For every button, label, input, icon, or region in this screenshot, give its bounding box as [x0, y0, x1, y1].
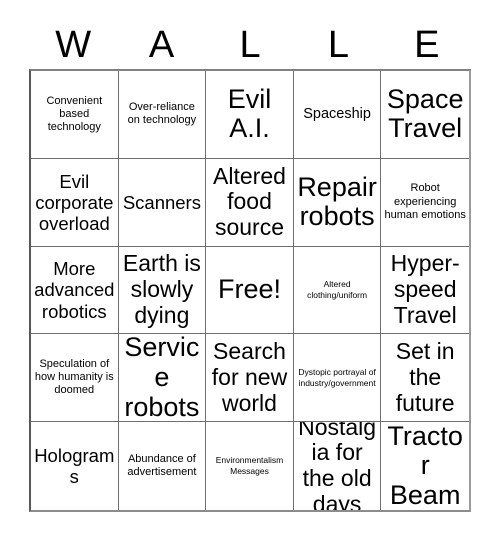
- bingo-cell[interactable]: Altered food source: [206, 158, 294, 247]
- bingo-cell-label: Space Travel: [386, 83, 464, 144]
- bingo-cell[interactable]: Altered clothing/uniform: [293, 246, 382, 335]
- bingo-cell[interactable]: Environmentalism Messages: [206, 422, 294, 510]
- bingo-cell[interactable]: Service robots: [118, 334, 207, 423]
- bingo-cell[interactable]: Scanners: [118, 158, 207, 247]
- bingo-cell[interactable]: Speculation of how humanity is doomed: [31, 334, 119, 423]
- bingo-cell-label: Earth is slowly dying: [122, 250, 201, 328]
- bingo-grid: Convenient based technology Over-reliance…: [29, 69, 471, 512]
- bingo-cell-label: Set in the future: [395, 338, 455, 416]
- bingo-card: W A L L E Convenient based technology Ove…: [0, 0, 500, 544]
- bingo-cell-label: Abundance of advertisement: [127, 452, 197, 479]
- bingo-cell[interactable]: Tractor Beam: [381, 422, 469, 510]
- bingo-cell-label: Hyper-speed Travel: [390, 250, 460, 328]
- bingo-cell-label: Speculation of how humanity is doomed: [34, 358, 114, 397]
- header-letter-4: L: [327, 23, 349, 66]
- bingo-cell-label: Convenient based technology: [46, 94, 103, 133]
- bingo-cell-label: Search for new world: [211, 338, 288, 416]
- bingo-cell-label: Dystopic portrayal of industry/governmen…: [298, 367, 376, 388]
- bingo-cell-label: Free!: [217, 274, 281, 305]
- bingo-cell[interactable]: Space Travel: [381, 71, 469, 159]
- bingo-cell[interactable]: More advanced robotics: [31, 246, 119, 335]
- bingo-cell-label: Altered clothing/uniform: [307, 279, 368, 300]
- bingo-cell-label: Service robots: [124, 334, 200, 422]
- bingo-cell[interactable]: Robot experiencing human emotions: [381, 158, 469, 247]
- bingo-cell[interactable]: Dystopic portrayal of industry/governmen…: [293, 334, 382, 423]
- bingo-cell[interactable]: Convenient based technology: [31, 71, 119, 159]
- bingo-cell-label: Holograms: [34, 445, 115, 488]
- bingo-cell[interactable]: Earth is slowly dying: [118, 246, 207, 335]
- bingo-cell-free-space[interactable]: Free!: [206, 246, 294, 335]
- bingo-cell-label: Robot experiencing human emotions: [384, 182, 466, 221]
- bingo-header: W A L L E: [29, 20, 471, 69]
- header-letter-2: A: [148, 23, 175, 66]
- bingo-cell-label: Evil corporate overload: [35, 170, 114, 234]
- header-letter-5: E: [414, 23, 440, 66]
- bingo-cell-label: Repair robots: [297, 171, 377, 232]
- bingo-cell[interactable]: Search for new world: [206, 334, 294, 423]
- bingo-cell[interactable]: Nostalgia for the old days: [293, 422, 382, 510]
- bingo-cell[interactable]: Evil A.I.: [206, 71, 294, 159]
- header-letter-3: L: [239, 23, 261, 66]
- bingo-cell[interactable]: Evil corporate overload: [31, 158, 119, 247]
- bingo-cell-label: Spaceship: [303, 105, 371, 122]
- bingo-cell-label: Over-reliance on technology: [127, 101, 197, 127]
- bingo-cell-label: More advanced robotics: [34, 258, 115, 322]
- bingo-cell-label: Nostalgia for the old days: [298, 422, 377, 510]
- bingo-cell[interactable]: Repair robots: [293, 158, 382, 247]
- bingo-cell[interactable]: Over-reliance on technology: [118, 71, 207, 159]
- bingo-cell[interactable]: Hyper-speed Travel: [381, 246, 469, 335]
- bingo-cell-label: Tractor Beam: [387, 422, 463, 510]
- bingo-cell[interactable]: Spaceship: [293, 71, 382, 159]
- bingo-cell-label: Evil A.I.: [227, 83, 272, 144]
- bingo-cell-label: Environmentalism Messages: [215, 455, 284, 477]
- bingo-cell[interactable]: Set in the future: [381, 334, 469, 423]
- bingo-cell[interactable]: Holograms: [31, 422, 119, 510]
- bingo-cell-label: Scanners: [122, 191, 201, 213]
- header-letter-1: W: [55, 23, 92, 66]
- bingo-cell-label: Altered food source: [213, 162, 286, 241]
- bingo-cell[interactable]: Abundance of advertisement: [118, 422, 207, 510]
